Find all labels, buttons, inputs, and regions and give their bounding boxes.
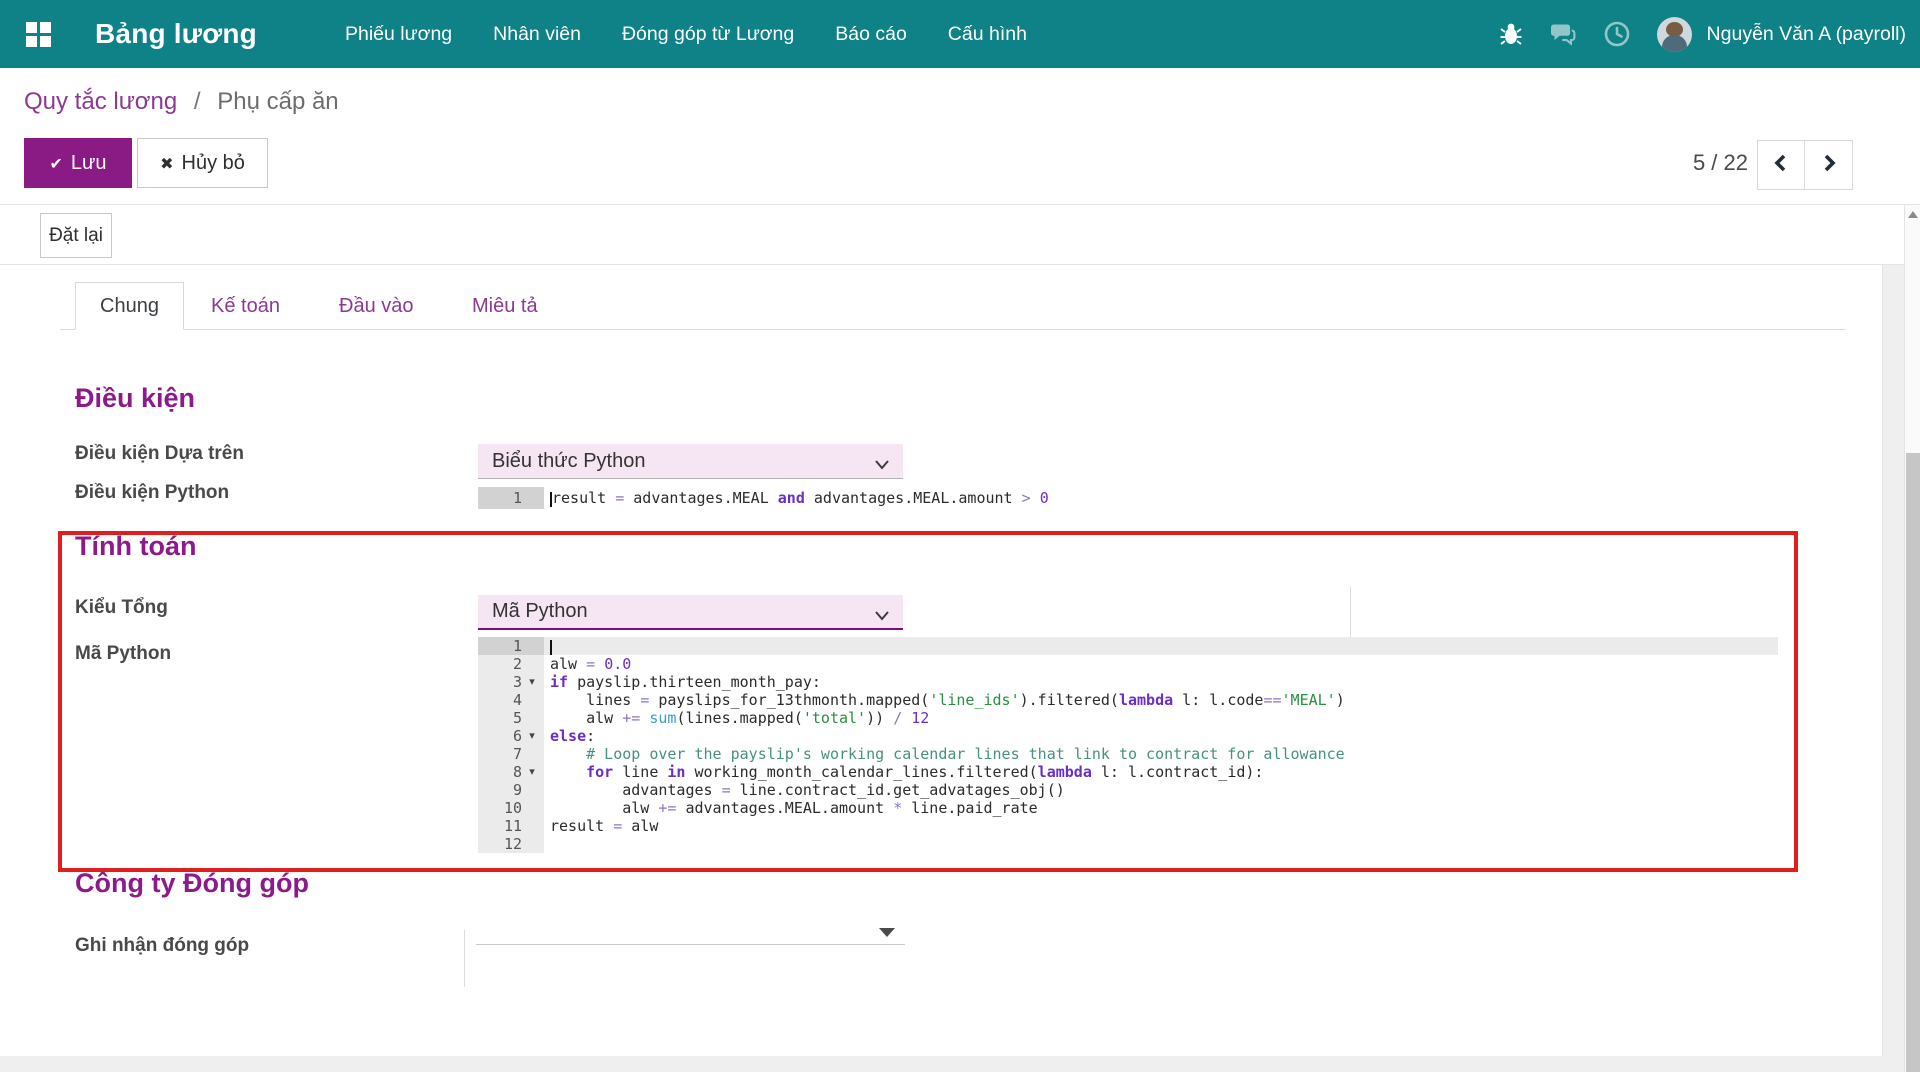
breadcrumb-current-record: Phụ cấp ăn: [217, 88, 338, 115]
field-cell-divider: [464, 930, 465, 987]
chevron-left-icon: [1773, 153, 1789, 178]
main-menu: Phiếu lương Nhân viên Đóng góp từ Lương …: [345, 0, 1027, 68]
chevron-down-icon: [873, 605, 891, 628]
check-icon: ✔: [49, 156, 62, 173]
app-title[interactable]: Bảng lương: [95, 0, 257, 68]
save-button[interactable]: ✔Lưu: [24, 138, 132, 188]
activities-clock-icon[interactable]: [1604, 21, 1630, 47]
tab-general[interactable]: Chung: [75, 282, 184, 330]
cross-icon: ✖: [160, 156, 173, 173]
form-view-container: Chung Kế toán Đầu vào Miêu tả Điều kiện …: [0, 265, 1904, 1072]
label-amount-type: Kiểu Tổng: [75, 597, 168, 619]
python-code-editor[interactable]: 123▾456▾78▾9101112 alw = 0.0if payslip.t…: [478, 637, 1778, 853]
pager: [1757, 140, 1853, 190]
pager-previous-button[interactable]: [1757, 140, 1805, 190]
code-gutter: 123▾456▾78▾9101112: [478, 637, 544, 853]
discard-button[interactable]: ✖Hủy bỏ: [137, 138, 268, 188]
user-name[interactable]: Nguyễn Văn A (payroll): [1707, 23, 1906, 46]
chevron-right-icon: [1821, 153, 1837, 178]
navbar-systray: Nguyễn Văn A (payroll): [1498, 0, 1906, 68]
main-navbar: Bảng lương Phiếu lương Nhân viên Đóng gó…: [0, 0, 1920, 68]
menu-item-employees[interactable]: Nhân viên: [493, 23, 581, 46]
action-toolbar: Đặt lại: [0, 205, 1904, 265]
pager-next-button[interactable]: [1805, 140, 1853, 190]
label-contribution-register: Ghi nhận đóng góp: [75, 935, 249, 957]
menu-item-payslips[interactable]: Phiếu lương: [345, 23, 452, 46]
label-python-code: Mã Python: [75, 643, 171, 665]
tab-description[interactable]: Miêu tả: [448, 282, 562, 330]
field-cell-divider: [1350, 587, 1351, 637]
scrollbar-thumb[interactable]: [1906, 453, 1920, 1072]
reset-button[interactable]: Đặt lại: [40, 213, 112, 258]
menu-item-configuration[interactable]: Cấu hình: [948, 23, 1027, 46]
section-title-condition: Điều kiện: [75, 383, 195, 414]
user-avatar[interactable]: [1657, 17, 1692, 52]
code-area[interactable]: alw = 0.0if payslip.thirteen_month_pay: …: [544, 637, 1778, 853]
tab-accounting[interactable]: Kế toán: [187, 282, 304, 330]
control-panel: Quy tắc lương / Phụ cấp ăn ✔Lưu ✖Hủy bỏ …: [0, 68, 1920, 205]
pager-value[interactable]: 5 / 22: [1693, 150, 1748, 176]
code-area[interactable]: result = advantages.MEAL and advantages.…: [544, 487, 1378, 509]
caret-down-icon: [879, 928, 895, 937]
condition-python-code-editor[interactable]: 1 result = advantages.MEAL and advantage…: [478, 487, 1378, 509]
apps-grid-icon[interactable]: [26, 22, 51, 47]
breadcrumb: Quy tắc lương / Phụ cấp ăn: [24, 88, 339, 116]
breadcrumb-salary-rules-link[interactable]: Quy tắc lương: [24, 88, 177, 115]
condition-based-on-select[interactable]: Biểu thức Python: [478, 444, 903, 479]
label-condition-python: Điều kiện Python: [75, 482, 229, 504]
section-title-contribution: Công ty Đóng góp: [75, 868, 309, 899]
contribution-register-dropdown[interactable]: [476, 913, 905, 945]
tab-inputs[interactable]: Đầu vào: [315, 282, 438, 330]
chevron-down-icon: [873, 454, 891, 477]
label-condition-based-on: Điều kiện Dựa trên: [75, 443, 244, 465]
messages-chat-icon[interactable]: [1551, 21, 1577, 47]
menu-item-salary-contributions[interactable]: Đóng góp từ Lương: [622, 23, 794, 46]
scrollbar-up-arrow-icon[interactable]: [1908, 211, 1918, 218]
section-title-computation: Tính toán: [75, 531, 196, 562]
payroll-rule-form-window: Bảng lương Phiếu lương Nhân viên Đóng gó…: [0, 0, 1920, 1072]
amount-type-select[interactable]: Mã Python: [478, 595, 903, 630]
menu-item-reports[interactable]: Báo cáo: [835, 23, 907, 46]
form-sheet: Chung Kế toán Đầu vào Miêu tả Điều kiện …: [0, 265, 1883, 1056]
breadcrumb-separator: /: [194, 88, 201, 115]
vertical-scrollbar[interactable]: [1904, 205, 1920, 1072]
debug-bug-icon[interactable]: [1498, 21, 1524, 47]
code-gutter: 1: [478, 487, 544, 509]
